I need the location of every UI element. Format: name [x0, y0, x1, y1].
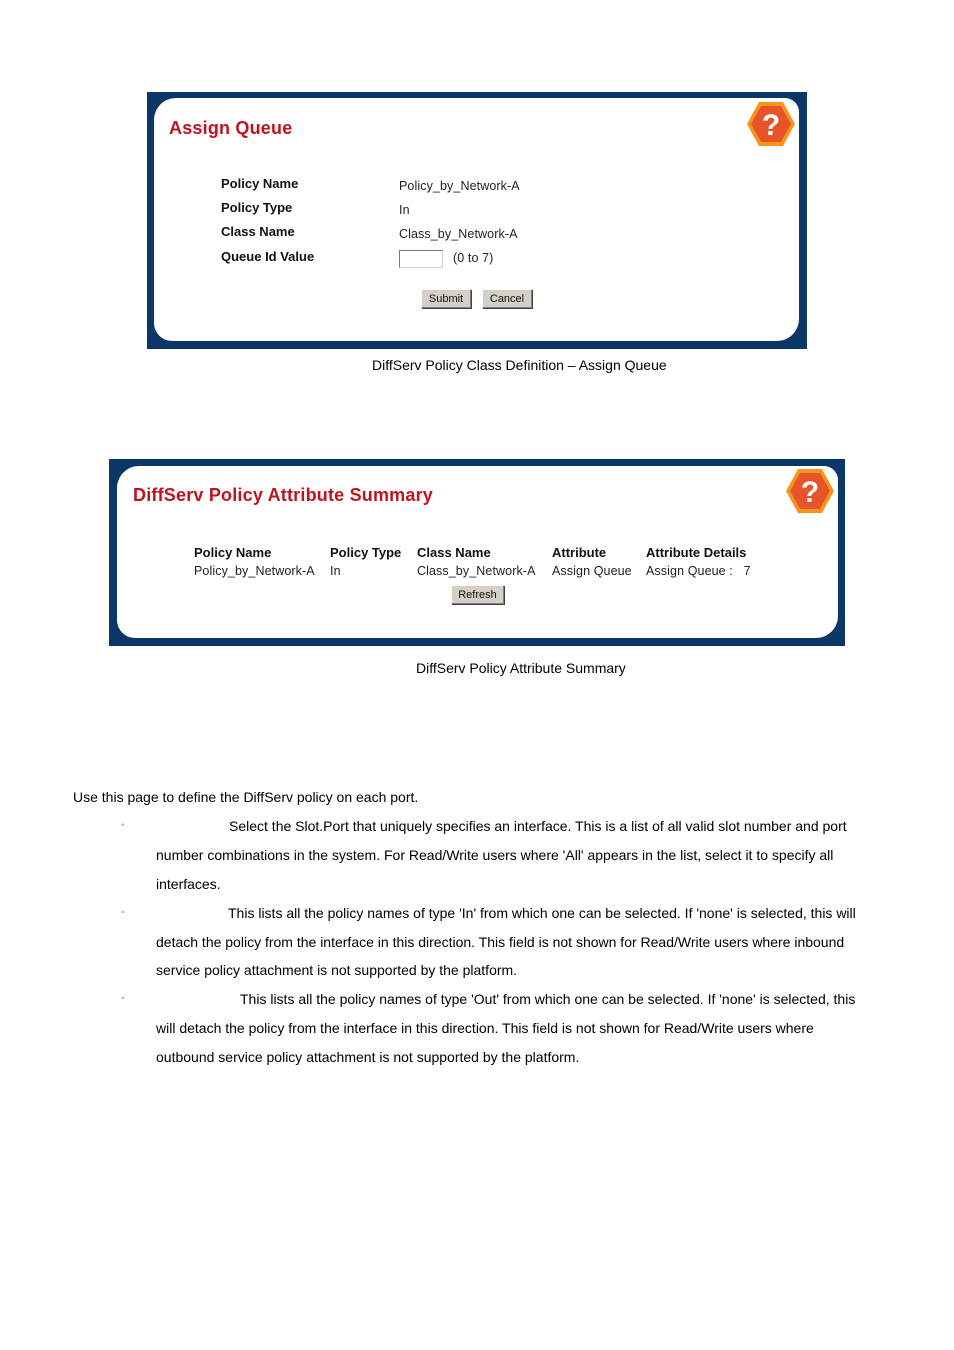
list-item-line: interfaces.	[156, 876, 221, 892]
column-header-policy-name: Policy Name	[194, 545, 272, 560]
class-name-label: Class Name	[221, 224, 295, 239]
policy-type-label: Policy Type	[221, 200, 293, 215]
svg-text:?: ?	[801, 476, 819, 509]
cell-attribute-details: Assign Queue : 7	[646, 564, 751, 578]
assign-queue-frame: Assign Queue ? Policy Name Policy Type C…	[147, 92, 807, 349]
policy-type-value: In	[399, 203, 410, 217]
help-question-icon[interactable]: ?	[746, 101, 796, 147]
bullet-icon: ◦	[121, 907, 125, 918]
attribute-summary-caption: DiffServ Policy Attribute Summary	[416, 660, 626, 676]
list-item-line: This lists all the policy names of type …	[240, 991, 856, 1007]
list-item-line: outbound service policy attachment is no…	[156, 1049, 580, 1065]
queue-id-range-hint: (0 to 7)	[453, 251, 494, 265]
list-item-line: Select the Slot.Port that uniquely speci…	[229, 818, 847, 834]
bullet-icon: ◦	[121, 820, 125, 831]
refresh-button[interactable]: Refresh	[451, 585, 504, 604]
cancel-button[interactable]: Cancel	[482, 289, 532, 308]
column-header-class-name: Class Name	[417, 545, 491, 560]
svg-text:?: ?	[762, 109, 780, 142]
list-item-line: service policy attachment is not support…	[156, 962, 518, 978]
class-name-value: Class_by_Network-A	[399, 227, 518, 241]
queue-id-label: Queue Id Value	[221, 249, 315, 264]
cell-policy-name: Policy_by_Network-A	[194, 564, 315, 578]
policy-name-label: Policy Name	[221, 176, 299, 191]
submit-button[interactable]: Submit	[421, 289, 471, 308]
attribute-summary-panel: DiffServ Policy Attribute Summary ? Poli…	[117, 466, 838, 638]
list-item-line: This lists all the policy names of type …	[228, 905, 856, 921]
assign-queue-panel: Assign Queue ? Policy Name Policy Type C…	[154, 98, 799, 341]
help-question-icon[interactable]: ?	[785, 468, 835, 514]
list-item-line: detach the policy from the interface in …	[156, 934, 845, 950]
policy-name-value: Policy_by_Network-A	[399, 179, 520, 193]
assign-queue-caption: DiffServ Policy Class Definition – Assig…	[372, 357, 667, 373]
assign-queue-title: Assign Queue	[169, 118, 293, 138]
cell-policy-type: In	[330, 564, 341, 578]
cell-class-name: Class_by_Network-A	[417, 564, 536, 578]
intro-text: Use this page to define the DiffServ pol…	[73, 789, 419, 805]
attribute-summary-frame: DiffServ Policy Attribute Summary ? Poli…	[109, 459, 845, 646]
attribute-summary-title: DiffServ Policy Attribute Summary	[133, 485, 434, 505]
column-header-policy-type: Policy Type	[330, 545, 402, 560]
queue-id-input[interactable]	[399, 250, 443, 268]
list-item-line: number combinations in the system. For R…	[156, 847, 834, 863]
bullet-icon: ◦	[121, 993, 125, 1004]
column-header-attribute: Attribute	[552, 545, 607, 560]
list-item-line: will detach the policy from the interfac…	[156, 1020, 814, 1036]
cell-attribute: Assign Queue	[552, 564, 632, 578]
column-header-attribute-details: Attribute Details	[646, 545, 747, 560]
